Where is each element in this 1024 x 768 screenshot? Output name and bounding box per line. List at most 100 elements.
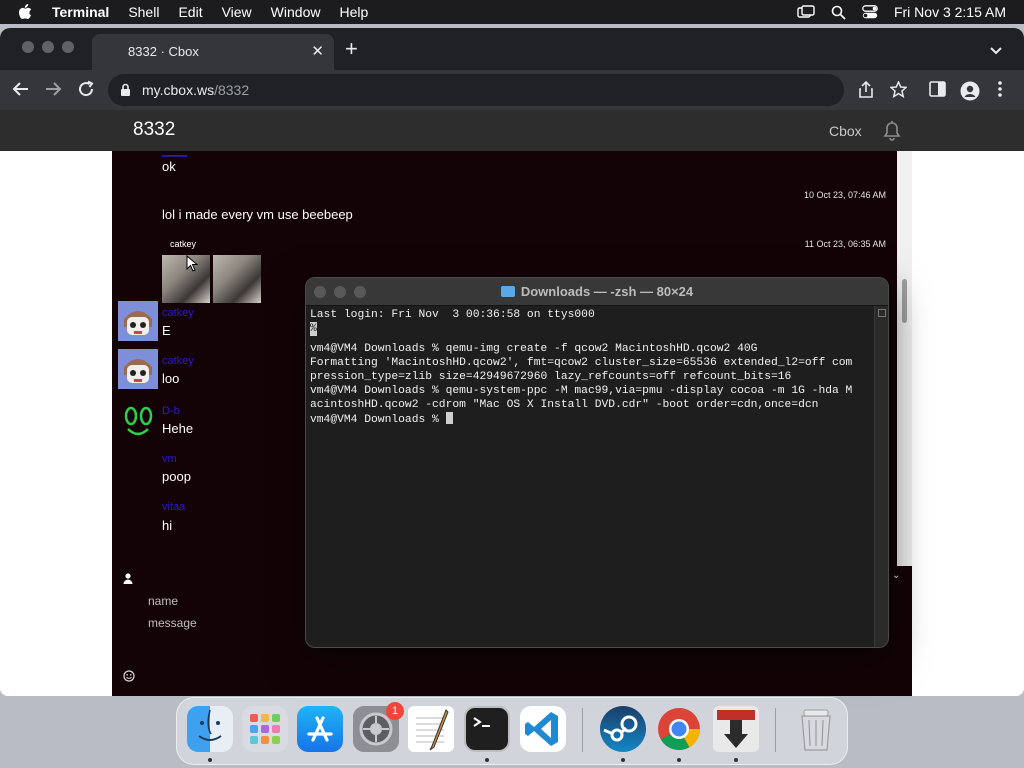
message-timestamp: 11 Oct 23, 06:35 AM xyxy=(804,239,886,249)
message-author[interactable]: D-b xyxy=(162,405,180,417)
control-center-icon[interactable] xyxy=(862,5,878,19)
terminal-line: pression_type=zlib size=42949672960 lazy… xyxy=(310,371,792,383)
side-panel-icon[interactable] xyxy=(929,81,946,102)
terminal-titlebar[interactable]: Downloads — -zsh — 80×24 xyxy=(306,278,888,306)
avatar[interactable] xyxy=(118,301,158,341)
message-author[interactable]: ▁▁▁ xyxy=(162,151,187,157)
terminal-line: % xyxy=(310,322,317,336)
tab-strip: 8332 · Cbox ✕ + xyxy=(0,28,1024,70)
tab-active[interactable]: 8332 · Cbox ✕ xyxy=(92,34,334,70)
menu-clock[interactable]: Fri Nov 3 2:15 AM xyxy=(894,4,1006,20)
cbox-link[interactable]: Cbox xyxy=(829,123,862,139)
scroll-down-icon[interactable]: ⌄ xyxy=(892,570,900,581)
terminal-line: vm4@VM4 Downloads % qemu-img create -f q… xyxy=(310,343,758,355)
menu-view[interactable]: View xyxy=(222,4,252,20)
bell-icon[interactable] xyxy=(880,118,904,147)
message-text: poop xyxy=(162,469,191,484)
finder-running-indicator xyxy=(208,758,212,762)
steam-icon[interactable] xyxy=(600,706,646,752)
terminal-running-indicator xyxy=(485,758,489,762)
textedit-icon[interactable] xyxy=(408,706,454,752)
profile-avatar-icon[interactable] xyxy=(960,81,980,106)
window-close-button[interactable] xyxy=(22,41,34,53)
app-store-icon[interactable] xyxy=(297,706,343,752)
window-minimize-button[interactable] xyxy=(42,41,54,53)
message-author[interactable]: catkey xyxy=(162,307,194,319)
lock-icon[interactable] xyxy=(120,83,131,102)
terminal-title-text: Downloads — -zsh — 80×24 xyxy=(520,284,694,299)
share-icon[interactable] xyxy=(858,80,874,104)
url-path: /8332 xyxy=(214,82,250,98)
finder-icon[interactable] xyxy=(187,706,233,752)
message-text: hi xyxy=(162,518,173,533)
message-author[interactable]: catkey xyxy=(170,239,196,249)
cat-image-thumbnail[interactable] xyxy=(213,255,261,303)
menu-window[interactable]: Window xyxy=(271,4,321,20)
address-bar[interactable]: my.cbox.ws/8332 xyxy=(108,74,844,106)
message-text: Hehe xyxy=(162,421,194,436)
reload-icon[interactable] xyxy=(77,80,95,103)
browser-toolbar: my.cbox.ws/8332 xyxy=(0,70,1024,110)
tab-title: 8332 · Cbox xyxy=(128,44,199,59)
apple-icon[interactable] xyxy=(18,4,36,20)
user-icon[interactable] xyxy=(123,571,133,589)
site-header: 8332 Cbox xyxy=(0,110,1024,151)
terminal-line: vm4@VM4 Downloads % qemu-system-ppc -M m… xyxy=(310,385,853,397)
terminal-prompt: vm4@VM4 Downloads % xyxy=(310,414,446,426)
emoji-icon[interactable] xyxy=(123,669,135,687)
downloader-icon[interactable] xyxy=(713,706,759,752)
avatar[interactable] xyxy=(118,349,158,389)
vscode-icon[interactable] xyxy=(520,706,566,752)
terminal-output[interactable]: Last login: Fri Nov 3 00:36:58 on ttys00… xyxy=(310,308,874,427)
chat-scrollbar[interactable] xyxy=(897,151,912,566)
message-author[interactable]: vm xyxy=(162,453,177,465)
launchpad-icon[interactable] xyxy=(242,706,288,752)
menu-shell[interactable]: Shell xyxy=(128,4,159,20)
bookmark-star-icon[interactable] xyxy=(889,80,908,103)
terminal-prompt-line: vm4@VM4 Downloads % xyxy=(310,412,874,427)
terminal-app-icon[interactable] xyxy=(464,706,510,752)
forward-icon[interactable] xyxy=(44,80,62,103)
folder-icon xyxy=(500,286,515,297)
site-title: 8332 xyxy=(133,119,176,140)
screen-mirroring-icon[interactable] xyxy=(797,5,815,19)
mouse-cursor-icon xyxy=(186,254,199,278)
tab-close-icon[interactable]: ✕ xyxy=(311,42,324,60)
dock-separator xyxy=(582,708,583,752)
spotlight-search-icon[interactable] xyxy=(831,5,846,20)
terminal-line: Formatting 'MacintoshHD.qcow2', fmt=qcow… xyxy=(310,357,853,369)
terminal-scrollbar[interactable] xyxy=(874,306,888,647)
browser-menu-icon[interactable] xyxy=(998,81,1002,102)
message-input[interactable]: message xyxy=(148,616,197,630)
dock: 1 xyxy=(176,697,848,765)
terminal-window: Downloads — -zsh — 80×24 Last login: Fri… xyxy=(305,277,889,648)
back-icon[interactable] xyxy=(12,80,30,103)
url-host: my.cbox.ws xyxy=(142,82,215,98)
window-zoom-button[interactable] xyxy=(62,41,74,53)
chrome-running-indicator xyxy=(677,758,681,762)
message-author[interactable]: vitaa xyxy=(162,501,185,513)
trash-icon[interactable] xyxy=(793,706,839,752)
terminal-title: Downloads — -zsh — 80×24 xyxy=(306,284,888,299)
terminal-cursor xyxy=(445,412,453,424)
terminal-scroll-handle[interactable] xyxy=(878,309,886,317)
url-text: my.cbox.ws/8332 xyxy=(142,82,249,98)
message-text: loo xyxy=(162,371,180,386)
steam-running-indicator xyxy=(621,758,625,762)
notification-badge: 1 xyxy=(386,702,404,720)
message-author[interactable]: catkey xyxy=(162,355,194,367)
name-input[interactable]: name xyxy=(148,594,178,608)
menu-app-name[interactable]: Terminal xyxy=(52,4,109,20)
message-text: lol i made every vm use beebeep xyxy=(162,207,353,222)
tab-search-chevron-icon[interactable] xyxy=(990,42,1002,60)
terminal-line: Last login: Fri Nov 3 00:36:58 on ttys00… xyxy=(310,309,595,321)
menu-edit[interactable]: Edit xyxy=(178,4,202,20)
downloader-running-indicator xyxy=(734,758,738,762)
menu-help[interactable]: Help xyxy=(339,4,368,20)
menu-bar: Terminal Shell Edit View Window Help Fri… xyxy=(0,0,1024,24)
chrome-icon[interactable] xyxy=(656,706,702,752)
avatar[interactable] xyxy=(118,403,158,443)
message-text: E xyxy=(162,323,171,338)
scrollbar-thumb[interactable] xyxy=(902,279,907,323)
new-tab-button[interactable]: + xyxy=(345,36,358,62)
